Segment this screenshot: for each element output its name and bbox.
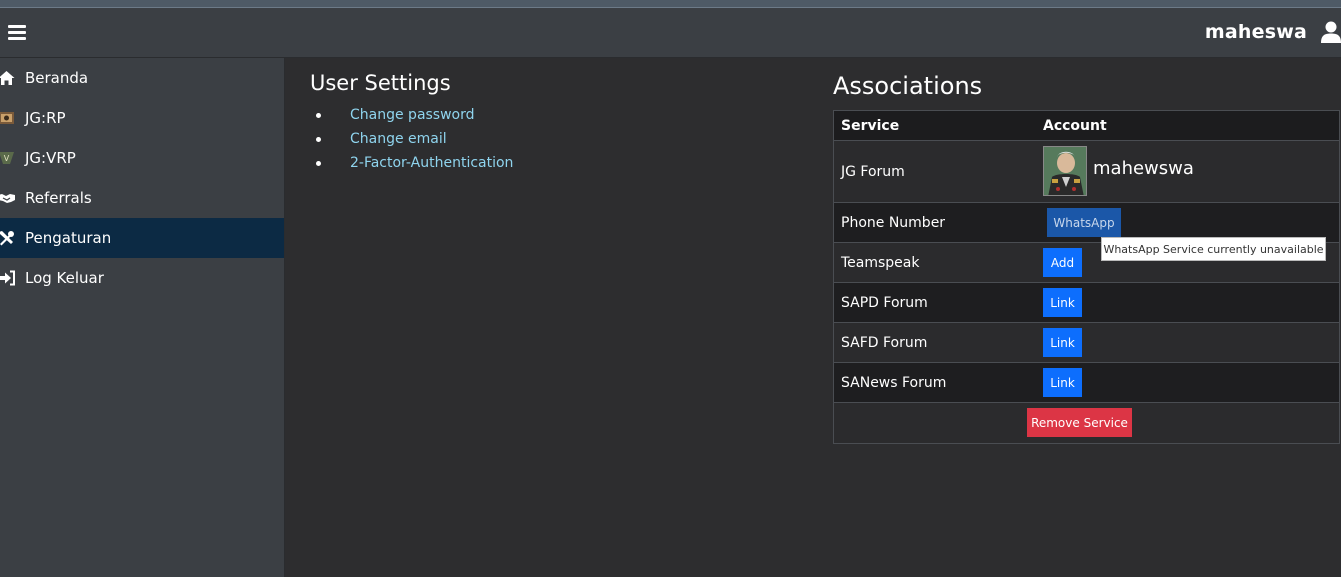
service-name: SAPD Forum: [841, 295, 928, 311]
change-email-link[interactable]: Change email: [350, 131, 447, 147]
whatsapp-tooltip: WhatsApp Service currently unavailable: [1101, 237, 1326, 261]
whatsapp-button[interactable]: WhatsApp: [1047, 208, 1121, 237]
user-settings-links: Change password Change email 2-Factor-Au…: [315, 107, 513, 179]
service-name: JG Forum: [841, 164, 905, 180]
two-factor-auth-link[interactable]: 2-Factor-Authentication: [350, 155, 513, 171]
top-header: maheswa: [0, 8, 1341, 58]
sidebar-item-label: Log Keluar: [25, 269, 104, 287]
remove-service-button[interactable]: Remove Service: [1027, 408, 1132, 437]
column-header-service: Service: [841, 118, 900, 134]
sidebar-item-label: JG:VRP: [25, 149, 76, 167]
main-content: User Settings Change password Change ema…: [286, 58, 1341, 577]
sidebar-item-label: JG:RP: [25, 109, 66, 127]
sidebar-item-label: Beranda: [25, 69, 89, 87]
jgvrp-logo-icon: V: [0, 152, 14, 164]
jgrp-logo-icon: [0, 112, 14, 124]
table-footer-row: Remove Service: [834, 403, 1339, 443]
table-row: SANews Forum Link: [834, 363, 1339, 403]
add-teamspeak-button[interactable]: Add: [1043, 248, 1082, 277]
link-sanews-button[interactable]: Link: [1043, 368, 1082, 397]
tools-icon: [0, 231, 14, 246]
sign-out-icon: [0, 270, 15, 286]
table-row: SAPD Forum Link: [834, 283, 1339, 323]
sidebar-item-pengaturan[interactable]: Pengaturan: [0, 218, 284, 258]
list-item: 2-Factor-Authentication: [315, 155, 513, 179]
link-sapd-button[interactable]: Link: [1043, 288, 1082, 317]
header-username[interactable]: maheswa: [1205, 21, 1307, 43]
sidebar-item-log-keluar[interactable]: Log Keluar: [0, 258, 284, 298]
associations-table: Service Account JG Forum mahewswa Phone …: [833, 110, 1340, 444]
user-settings-title: User Settings: [310, 71, 451, 95]
avatar-portrait-icon: [1044, 147, 1086, 195]
home-icon: [0, 71, 15, 85]
forum-account-name: mahewswa: [1093, 158, 1194, 179]
service-name: Teamspeak: [841, 255, 920, 271]
associations-title: Associations: [833, 72, 983, 100]
link-safd-button[interactable]: Link: [1043, 328, 1082, 357]
sidebar-item-jgvrp[interactable]: V JG:VRP: [0, 138, 284, 178]
sidebar-item-label: Referrals: [25, 189, 92, 207]
sidebar-item-referrals[interactable]: Referrals: [0, 178, 284, 218]
column-header-account: Account: [1043, 118, 1107, 134]
service-name: Phone Number: [841, 215, 946, 231]
sidebar: Beranda JG:RP V JG:VRP Referrals Pengatu…: [0, 58, 285, 577]
hamburger-menu-icon[interactable]: [8, 25, 26, 41]
service-name: SAFD Forum: [841, 335, 928, 351]
table-row: SAFD Forum Link: [834, 323, 1339, 363]
sidebar-item-label: Pengaturan: [25, 229, 112, 247]
list-item: Change password: [315, 107, 495, 131]
change-password-link[interactable]: Change password: [350, 107, 475, 123]
avatar: [1043, 146, 1087, 196]
window-top-strip: [0, 0, 1341, 8]
list-item: Change email: [315, 131, 495, 155]
handshake-icon: [0, 194, 15, 203]
sidebar-item-jgrp[interactable]: JG:RP: [0, 98, 284, 138]
svg-text:V: V: [4, 154, 10, 163]
table-header-row: Service Account: [834, 111, 1339, 141]
sidebar-item-beranda[interactable]: Beranda: [0, 58, 284, 98]
service-name: SANews Forum: [841, 375, 947, 391]
user-icon[interactable]: [1321, 21, 1341, 43]
table-row: JG Forum mahewswa: [834, 141, 1339, 203]
